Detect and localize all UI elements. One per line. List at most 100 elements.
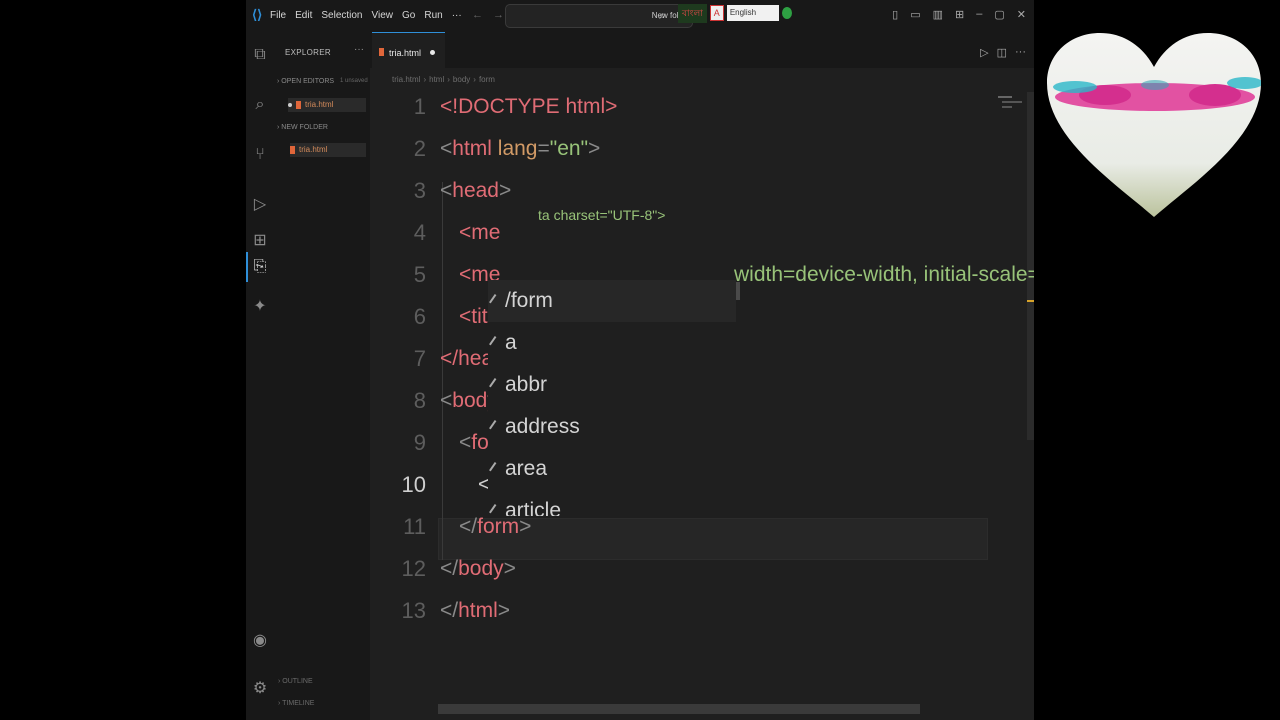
window-controls: ▯ ▭ ▥ ⊞ – ▢ ✕ <box>892 8 1026 21</box>
settings-gear-icon[interactable]: ⚙ <box>251 680 269 698</box>
suggestion-widget: /form a abbr address area article <box>488 280 736 516</box>
unsaved-dot-icon <box>288 102 292 107</box>
line-number: 8 <box>413 388 426 413</box>
ime-script-label[interactable]: বাংলা <box>678 3 707 23</box>
explorer-more-button[interactable]: ··· <box>354 44 364 55</box>
breadcrumb-file[interactable]: tria.html <box>392 75 420 84</box>
breadcrumb-form[interactable]: form <box>479 75 495 84</box>
account-icon[interactable]: ◉ <box>251 632 269 650</box>
ime-bulb-icon[interactable] <box>781 7 792 19</box>
command-center-search[interactable]: ⌕ New folder <box>505 4 693 28</box>
folder-file-item[interactable]: tria.html <box>290 143 366 157</box>
code-text: </html> <box>440 599 511 622</box>
wrench-icon <box>489 462 503 477</box>
search-activity-icon[interactable]: ⌕ <box>251 96 269 114</box>
suggestion-item[interactable]: article <box>489 490 562 516</box>
menu-edit[interactable]: Edit <box>295 10 312 21</box>
editor-area: tria.html ▷ ◫ ··· tria.html › html › body ›… <box>370 32 1034 720</box>
suggestion-item[interactable]: /form <box>488 280 736 322</box>
source-control-icon[interactable]: ⑂ <box>251 146 269 164</box>
explorer-header: EXPLORER <box>285 48 331 57</box>
suggestion-item[interactable]: abbr <box>489 364 548 406</box>
html-file-icon <box>379 48 384 56</box>
vscode-window: ⟨⟩ File Edit Selection View Go Run ··· ←… <box>246 0 1034 720</box>
line-number-current: 10 <box>401 472 426 497</box>
suggestion-label: article <box>505 499 562 516</box>
line-number: 6 <box>413 304 426 329</box>
line-number: 11 <box>403 514 426 539</box>
python-icon[interactable]: ✦ <box>251 298 269 316</box>
wrench-icon <box>489 378 503 393</box>
open-editors-section[interactable]: › OPEN EDITORS <box>277 78 334 85</box>
suggestion-label: area <box>505 457 548 480</box>
toggle-panel-icon[interactable]: ▭ <box>910 8 920 21</box>
suggestion-item[interactable]: area <box>489 448 548 490</box>
unsaved-dot-icon[interactable] <box>430 50 435 55</box>
code-line: 2 <html lang="en"> <box>370 128 1034 170</box>
code-text-tail: width=device-width, initial-scale= <box>734 263 1034 286</box>
timeline-label: TIMELINE <box>282 700 315 707</box>
open-editor-item[interactable]: tria.html <box>288 98 366 112</box>
restore-icon[interactable]: ▢ <box>994 8 1004 21</box>
wrench-icon <box>489 294 503 309</box>
toggle-sidebar-icon[interactable]: ▯ <box>892 8 898 21</box>
line-number: 13 <box>401 598 426 623</box>
code-text: </body> <box>440 557 516 580</box>
outline-label: OUTLINE <box>282 678 313 685</box>
code-line: 1 <!DOCTYPE html> <box>370 86 1034 128</box>
code-line: 4 <me ta charset="UTF-8"> <box>370 207 1034 254</box>
code-text: <head> <box>440 179 512 202</box>
ime-keyboard-icon[interactable]: A <box>709 5 724 21</box>
files-icon[interactable]: ⧉ <box>251 46 269 64</box>
heart-overlay-image <box>1047 33 1261 217</box>
wrench-icon <box>489 336 503 351</box>
remote-explorer-icon[interactable]: ⎘ <box>251 258 269 276</box>
run-icon[interactable]: ▷ <box>980 46 988 59</box>
explorer-sidebar: EXPLORER ··· › OPEN EDITORS 1 unsaved tr… <box>274 32 370 720</box>
suggestion-scrollbar[interactable] <box>736 282 740 300</box>
active-indicator <box>246 252 248 282</box>
line-number: 5 <box>413 262 426 287</box>
folder-section[interactable]: › NEW FOLDER <box>277 124 328 131</box>
run-debug-icon[interactable]: ▷ <box>251 196 269 214</box>
code-text: <html lang="en"> <box>440 137 601 160</box>
customize-layout-icon[interactable]: ⊞ <box>955 8 964 21</box>
html-file-icon <box>296 100 301 109</box>
breadcrumb-body[interactable]: body <box>453 75 470 84</box>
wrench-icon <box>489 420 503 435</box>
suggestion-item[interactable]: a <box>489 322 517 364</box>
menu-selection[interactable]: Selection <box>321 10 362 21</box>
activity-bar: ⧉ ⌕ ⑂ ▷ ⊞ ⎘ ✦ ◉ ⚙ <box>246 32 274 720</box>
breadcrumb-html[interactable]: html <box>429 75 444 84</box>
minimize-icon[interactable]: – <box>976 8 982 21</box>
close-icon[interactable]: ✕ <box>1017 8 1026 21</box>
suggestion-item[interactable]: address <box>489 406 580 448</box>
forward-arrow-icon[interactable]: → <box>493 9 504 21</box>
suggestion-label: abbr <box>505 373 548 396</box>
menu-file[interactable]: File <box>270 10 286 21</box>
menu-view[interactable]: View <box>372 10 394 21</box>
outline-section[interactable]: › OUTLINE <box>278 678 313 685</box>
line-number: 2 <box>413 136 426 161</box>
line-number: 1 <box>413 94 426 119</box>
code-line: 13 </html> <box>370 590 1034 632</box>
extensions-icon[interactable]: ⊞ <box>251 232 269 250</box>
tab-tria-html[interactable]: tria.html <box>372 32 445 68</box>
menu-more[interactable]: ··· <box>452 10 462 21</box>
menu-run[interactable]: Run <box>424 10 442 21</box>
more-actions-icon[interactable]: ··· <box>1015 46 1026 59</box>
back-arrow-icon[interactable]: ← <box>472 9 483 21</box>
code-text-hidden: ta charset="UTF-8"> <box>538 207 666 223</box>
split-editor-icon[interactable]: ◫ <box>997 46 1007 59</box>
ime-language-select[interactable]: English <box>726 5 779 21</box>
menu-go[interactable]: Go <box>402 10 415 21</box>
wrench-icon <box>489 504 503 516</box>
ime-toolbar: বাংলা A English <box>678 3 792 23</box>
horizontal-scrollbar[interactable] <box>438 704 920 714</box>
folder-file-label: tria.html <box>299 145 328 154</box>
layout-icon[interactable]: ▥ <box>933 8 943 21</box>
line-number: 3 <box>413 178 426 203</box>
timeline-section[interactable]: › TIMELINE <box>278 700 314 707</box>
nav-arrows: ← → <box>472 9 504 21</box>
tab-bar: tria.html ▷ ◫ ··· <box>370 32 1034 68</box>
